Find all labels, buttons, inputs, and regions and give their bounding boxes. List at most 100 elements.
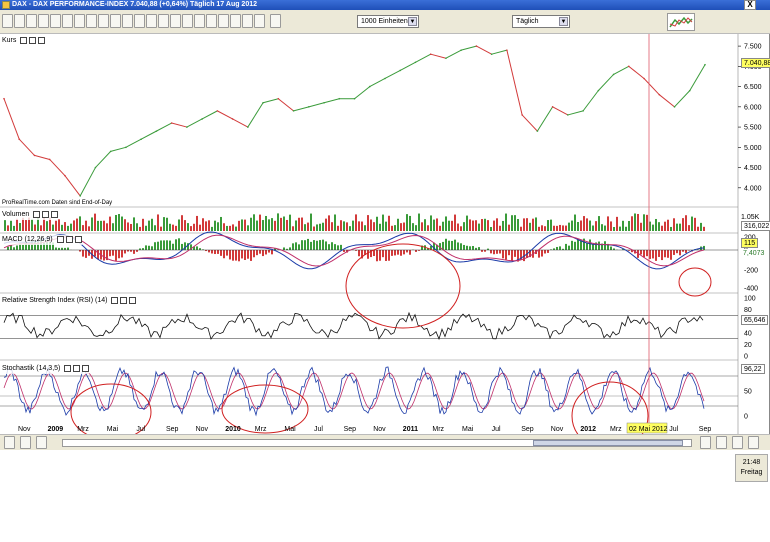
period-select[interactable]: Täglich ▼ xyxy=(512,15,570,28)
volume-bar xyxy=(31,219,33,231)
price-segment xyxy=(552,106,569,116)
volume-bar xyxy=(643,214,645,231)
cycle-tool-icon[interactable] xyxy=(158,14,169,28)
macd-histogram-bar xyxy=(220,250,222,256)
macd-histogram-bar xyxy=(373,250,375,257)
zoom-tool-icon[interactable] xyxy=(50,14,61,28)
close-icon[interactable] xyxy=(82,364,90,372)
close-button[interactable]: X xyxy=(744,0,756,10)
wrench-icon[interactable] xyxy=(64,364,72,372)
lock-tool-icon[interactable] xyxy=(254,14,265,28)
volume-bar xyxy=(142,218,144,231)
gann-tool-icon[interactable] xyxy=(134,14,145,28)
close-icon[interactable] xyxy=(129,296,137,304)
wrench-icon[interactable] xyxy=(111,296,119,304)
macd-histogram-bar xyxy=(304,240,306,250)
price-segment xyxy=(95,151,112,168)
rectangle-tool-icon[interactable] xyxy=(98,14,109,28)
units-select[interactable]: 1000 Einheiten ▼ xyxy=(357,15,419,28)
macd-histogram-bar xyxy=(13,247,15,250)
time-scrollbar[interactable] xyxy=(62,439,692,447)
volume-bar xyxy=(532,218,534,231)
cursor-tool-icon[interactable] xyxy=(2,14,13,28)
trash-icon[interactable] xyxy=(270,14,281,28)
volume-bar xyxy=(355,214,357,231)
macd-histogram-bar xyxy=(241,250,243,259)
pitchfork-tool-icon[interactable] xyxy=(146,14,157,28)
scrollbar-thumb[interactable] xyxy=(533,440,683,446)
close-icon[interactable] xyxy=(51,210,59,218)
price-segment xyxy=(445,49,462,59)
macd-histogram-bar xyxy=(307,238,309,250)
time-axis-label: Jul xyxy=(492,426,501,433)
trendline-tool-icon[interactable] xyxy=(26,14,37,28)
maximize-icon[interactable] xyxy=(120,296,128,304)
zoom-in-icon[interactable] xyxy=(748,436,759,449)
wrench-icon[interactable] xyxy=(20,36,28,44)
volume-bar xyxy=(256,220,258,231)
volume-bar xyxy=(487,220,489,231)
chart-area[interactable]: 7.5007.0006.5006.0005.5005.0004.5004.000… xyxy=(0,34,770,434)
arrow-tool-icon[interactable] xyxy=(122,14,133,28)
fit-icon[interactable] xyxy=(700,436,711,449)
cursor-date-label: 02 Mai 2012 xyxy=(629,426,668,433)
grid-tool-icon[interactable] xyxy=(182,14,193,28)
volume-bar xyxy=(169,223,171,231)
maximize-icon[interactable] xyxy=(29,36,37,44)
price-segment xyxy=(125,138,142,148)
maximize-icon[interactable] xyxy=(42,210,50,218)
indicator-tool-icon[interactable] xyxy=(194,14,205,28)
volume-bar xyxy=(676,223,678,231)
maximize-icon[interactable] xyxy=(65,235,73,243)
price-segment xyxy=(643,78,660,96)
price-point xyxy=(506,49,508,51)
period-select-value: Täglich xyxy=(516,18,539,25)
volume-bar xyxy=(646,214,648,231)
volume-bar xyxy=(526,218,528,231)
alert-tool-icon[interactable] xyxy=(206,14,217,28)
macd-histogram-bar xyxy=(367,250,369,259)
channel-tool-icon[interactable] xyxy=(86,14,97,28)
time-axis-label: Mrz xyxy=(610,426,622,433)
volume-bar xyxy=(580,220,582,231)
screen-tool-icon[interactable] xyxy=(218,14,229,28)
time-axis-label: Nov xyxy=(196,426,209,433)
pencil-tool-icon[interactable] xyxy=(14,14,25,28)
close-icon[interactable] xyxy=(38,36,46,44)
time-axis-label: Mrz xyxy=(77,426,89,433)
price-segment xyxy=(156,122,172,132)
scissors-icon[interactable] xyxy=(36,436,47,449)
volume-bar xyxy=(550,219,552,231)
volume-bar xyxy=(118,214,120,231)
ellipse-tool-icon[interactable] xyxy=(110,14,121,28)
zoom-out-icon[interactable] xyxy=(732,436,743,449)
wrench-icon[interactable] xyxy=(56,235,64,243)
volume-bar xyxy=(292,226,294,231)
close-icon[interactable] xyxy=(74,235,82,243)
volume-bar xyxy=(109,216,111,231)
maximize-icon[interactable] xyxy=(73,364,81,372)
properties-tool-icon[interactable] xyxy=(230,14,241,28)
volume-bar xyxy=(121,216,123,231)
volume-bar xyxy=(541,225,543,231)
horizontal-line-icon[interactable] xyxy=(74,14,85,28)
volume-bar xyxy=(34,224,36,231)
text-tool-icon[interactable] xyxy=(38,14,49,28)
volume-bar xyxy=(484,218,486,231)
print-icon[interactable] xyxy=(20,436,31,449)
chart-layout-button[interactable] xyxy=(667,13,695,31)
price-point xyxy=(536,130,539,132)
magnet-tool-icon[interactable] xyxy=(242,14,253,28)
volume-bar xyxy=(190,226,192,231)
time-axis-label: Mai xyxy=(284,426,296,433)
volume-bar xyxy=(442,221,444,231)
fibonacci-tool-icon[interactable] xyxy=(62,14,73,28)
price-segment xyxy=(369,78,386,88)
wrench-icon[interactable] xyxy=(33,210,41,218)
window-title: DAX - DAX PERFORMANCE-INDEX 7.040,88 (+0… xyxy=(12,1,258,8)
zoom-reset-icon[interactable] xyxy=(716,436,727,449)
message-icon[interactable] xyxy=(4,436,15,449)
regression-tool-icon[interactable] xyxy=(170,14,181,28)
macd-histogram-bar xyxy=(502,250,504,259)
volume-bar xyxy=(106,223,108,231)
